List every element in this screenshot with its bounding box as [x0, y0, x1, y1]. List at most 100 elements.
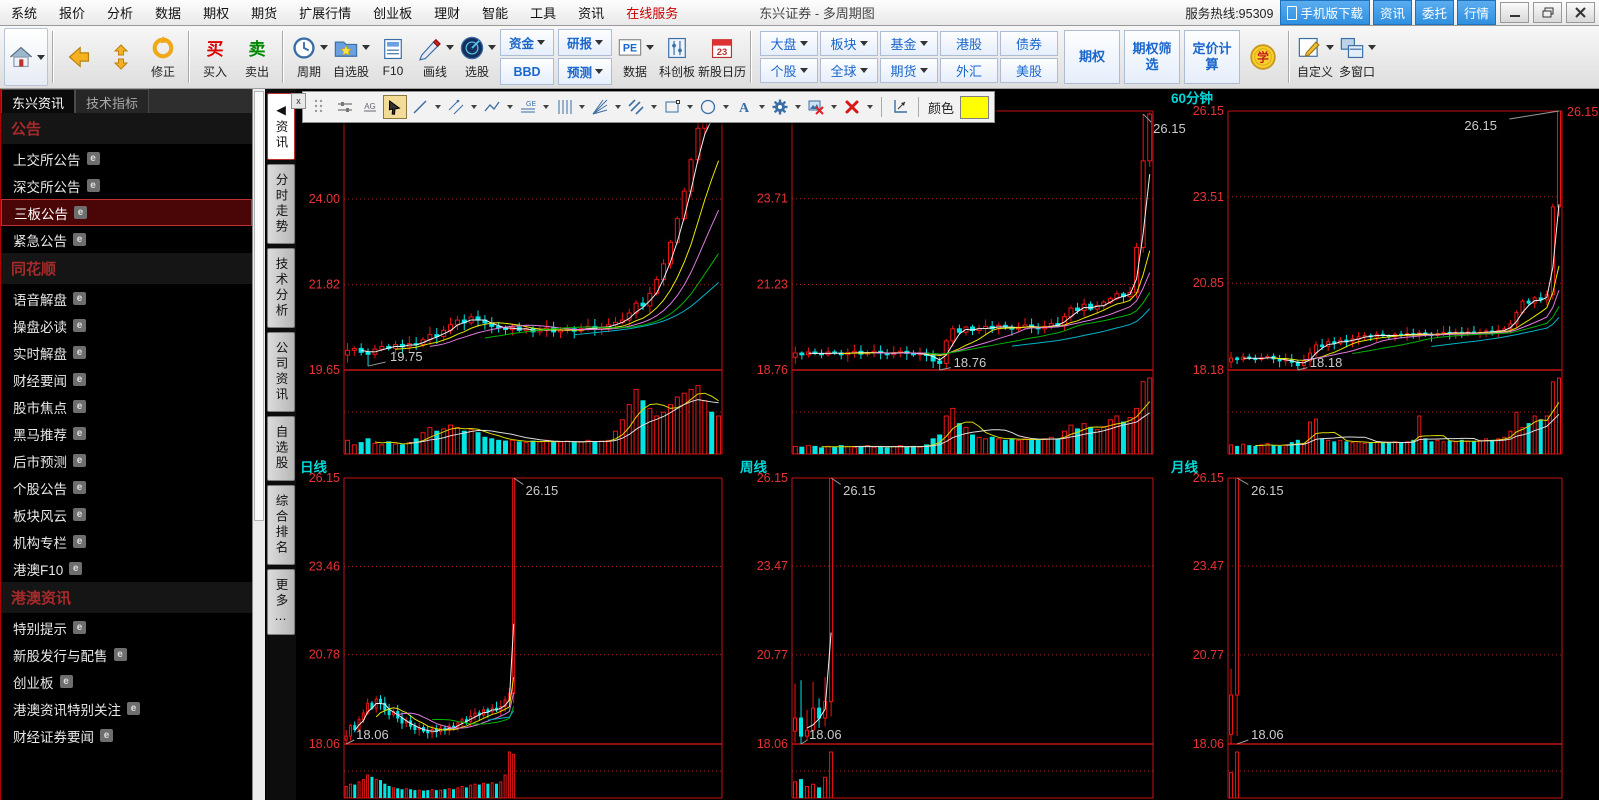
chevron-down-icon[interactable] — [37, 55, 45, 60]
vlines-tool-icon[interactable] — [552, 95, 576, 119]
close-icon[interactable]: x — [291, 93, 306, 109]
titlebar-button-手机版下载[interactable]: 手机版下载 — [1280, 0, 1370, 25]
color-swatch[interactable] — [960, 96, 989, 119]
vertical-tab-自选股[interactable]: 自选股 — [267, 416, 295, 481]
line-tool-icon[interactable] — [408, 95, 432, 119]
F10-button[interactable]: F10 — [372, 29, 414, 85]
数据-button[interactable]: PE数据 — [614, 29, 656, 85]
zigzag-tool-icon[interactable] — [480, 95, 504, 119]
menu-item-资讯[interactable]: 资讯 — [567, 3, 615, 22]
sidebar-tab-技术指标[interactable]: 技术指标 — [75, 89, 149, 113]
sidebar-item-港澳F10[interactable]: 港澳F10e — [1, 555, 252, 582]
vertical-tab-公司资讯[interactable]: 公司资讯 — [267, 332, 295, 412]
chevron-down-icon[interactable] — [1368, 45, 1376, 50]
板块-button[interactable]: 板块 — [820, 31, 878, 56]
chevron-down-icon[interactable] — [435, 105, 441, 109]
画线-button[interactable]: 画线 — [414, 29, 456, 85]
新股日历-button[interactable]: 23新股日历 — [698, 29, 746, 85]
adjust-tool-icon[interactable] — [333, 95, 357, 119]
外汇-button[interactable]: 外汇 — [940, 58, 998, 83]
科创板-button[interactable]: 科创板 — [656, 29, 698, 85]
定价计算-button[interactable]: 定价计算 — [1184, 30, 1240, 84]
sidebar-item-后市预测[interactable]: 后市预测e — [1, 447, 252, 474]
sidebar-item-上交所公告[interactable]: 上交所公告e — [1, 145, 252, 172]
menu-item-在线服务[interactable]: 在线服务 — [615, 3, 689, 22]
sidebar-item-财经证券要闻[interactable]: 财经证券要闻e — [1, 722, 252, 749]
chevron-down-icon[interactable] — [362, 45, 370, 50]
sidebar-item-紧急公告[interactable]: 紧急公告e — [1, 226, 252, 253]
vertical-tab-更多…[interactable]: 更多… — [267, 569, 295, 635]
scale-tool-icon[interactable] — [888, 95, 912, 119]
chevron-down-icon[interactable] — [651, 105, 657, 109]
sidebar-item-黑马推荐[interactable]: 黑马推荐e — [1, 420, 252, 447]
期权筛选-button[interactable]: 期权筛选 — [1124, 30, 1180, 84]
delete-tool-icon[interactable] — [840, 95, 864, 119]
rect-tool-icon[interactable] — [660, 95, 684, 119]
sidebar-item-语音解盘[interactable]: 语音解盘e — [1, 285, 252, 312]
menu-item-扩展行情[interactable]: 扩展行情 — [288, 3, 362, 22]
menu-item-期货[interactable]: 期货 — [240, 3, 288, 22]
vertical-tab-技术分析[interactable]: 技术分析 — [267, 248, 295, 328]
sidebar-item-创业板[interactable]: 创业板e — [1, 668, 252, 695]
chevron-down-icon[interactable] — [795, 105, 801, 109]
scrollbar-thumb[interactable] — [254, 91, 264, 521]
chevron-down-icon[interactable] — [543, 105, 549, 109]
menu-item-报价[interactable]: 报价 — [48, 3, 96, 22]
自选股-button[interactable]: 自选股 — [330, 29, 372, 85]
fan-tool-icon[interactable] — [588, 95, 612, 119]
研报-button[interactable]: 研报 — [558, 29, 612, 56]
全球-button[interactable]: 全球 — [820, 58, 878, 83]
BBD-button[interactable]: BBD — [500, 58, 554, 85]
menu-item-分析[interactable]: 分析 — [96, 3, 144, 22]
chevron-down-icon[interactable] — [1326, 45, 1334, 50]
基金-button[interactable]: 基金 — [880, 31, 938, 56]
债券-button[interactable]: 债券 — [1000, 31, 1058, 56]
sidebar-scrollbar[interactable] — [252, 89, 265, 800]
sidebar-tab-东兴资讯[interactable]: 东兴资讯 — [1, 89, 75, 113]
ag-tool-icon[interactable]: AG — [358, 95, 382, 119]
back-button[interactable] — [58, 29, 100, 85]
menu-item-数据[interactable]: 数据 — [144, 3, 192, 22]
sidebar-item-股市焦点[interactable]: 股市焦点e — [1, 393, 252, 420]
chevron-down-icon[interactable] — [488, 45, 496, 50]
cursor-tool-icon[interactable] — [383, 95, 407, 119]
sidebar-item-新股发行与配售[interactable]: 新股发行与配售e — [1, 641, 252, 668]
minimize-button[interactable] — [1500, 2, 1529, 23]
多窗口-button[interactable]: 多窗口 — [1336, 29, 1378, 85]
vertical-tab-分时走势[interactable]: 分时走势 — [267, 164, 295, 244]
grip-tool-icon[interactable] — [308, 95, 332, 119]
menu-item-期权[interactable]: 期权 — [192, 3, 240, 22]
parallel-tool-icon[interactable] — [444, 95, 468, 119]
chevron-down-icon[interactable] — [471, 105, 477, 109]
chevron-down-icon[interactable] — [579, 105, 585, 109]
sidebar-item-实时解盘[interactable]: 实时解盘e — [1, 339, 252, 366]
chevron-down-icon[interactable] — [687, 105, 693, 109]
自定义-button[interactable]: 自定义 — [1294, 29, 1336, 85]
个股-button[interactable]: 个股 — [760, 58, 818, 83]
chevron-down-icon[interactable] — [320, 45, 328, 50]
sidebar-item-港澳资讯特别关注[interactable]: 港澳资讯特别关注e — [1, 695, 252, 722]
hatch-tool-icon[interactable] — [624, 95, 648, 119]
预测-button[interactable]: 预测 — [558, 58, 612, 85]
买入-button[interactable]: 买买入 — [194, 29, 236, 85]
imgdel-tool-icon[interactable] — [804, 95, 828, 119]
restore-button[interactable] — [1533, 2, 1562, 23]
menu-item-智能[interactable]: 智能 — [471, 3, 519, 22]
coin-button[interactable]: 学 — [1242, 29, 1284, 85]
sidebar-item-机构专栏[interactable]: 机构专栏e — [1, 528, 252, 555]
text-tool-icon[interactable]: A — [732, 95, 756, 119]
chevron-down-icon[interactable] — [507, 105, 513, 109]
卖出-button[interactable]: 卖卖出 — [236, 29, 278, 85]
sidebar-item-板块风云[interactable]: 板块风云e — [1, 501, 252, 528]
chevron-down-icon[interactable] — [831, 105, 837, 109]
周期-button[interactable]: 周期 — [288, 29, 330, 85]
期货-button[interactable]: 期货 — [880, 58, 938, 83]
选股-button[interactable]: 选股 — [456, 29, 498, 85]
home-button[interactable] — [4, 28, 48, 86]
titlebar-button-资讯[interactable]: 资讯 — [1373, 0, 1412, 25]
menu-item-工具[interactable]: 工具 — [519, 3, 567, 22]
chevron-down-icon[interactable] — [446, 45, 454, 50]
circle-tool-icon[interactable] — [696, 95, 720, 119]
vertical-tab-综合排名[interactable]: 综合排名 — [267, 485, 295, 565]
menu-item-系统[interactable]: 系统 — [0, 3, 48, 22]
